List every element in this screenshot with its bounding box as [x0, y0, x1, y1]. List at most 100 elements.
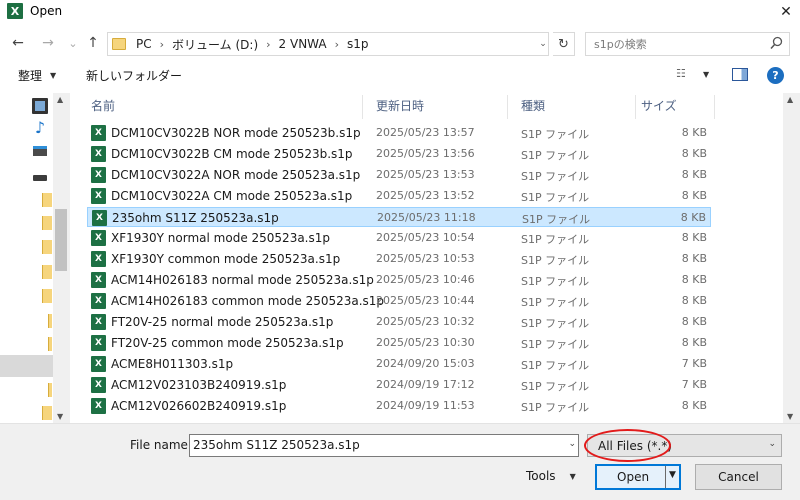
column-divider[interactable]: [635, 95, 636, 119]
breadcrumb-separator[interactable]: ›: [160, 38, 164, 51]
scroll-down-icon[interactable]: ▼: [57, 412, 63, 421]
search-icon[interactable]: [770, 36, 783, 50]
table-row[interactable]: X DCM10CV3022B NOR mode 250523b.s1p 2025/0…: [87, 123, 711, 143]
breadcrumb-2-vnwa[interactable]: 2 VNWA: [279, 37, 327, 51]
nav-selected-item[interactable]: [0, 355, 53, 377]
column-divider[interactable]: [362, 95, 363, 119]
file-name-combobox[interactable]: ⌄: [189, 434, 579, 457]
column-header-date[interactable]: 更新日時: [376, 93, 424, 117]
drive-icon[interactable]: [33, 175, 47, 181]
date-modified-cell: 2024/09/19 11:53: [376, 399, 475, 412]
videos-icon[interactable]: [32, 98, 48, 114]
file-size-cell: 8 KB: [681, 168, 707, 181]
table-row[interactable]: X FT20V-25 normal mode 250523a.s1p 2025/05…: [87, 312, 711, 332]
file-size-cell: 8 KB: [681, 399, 707, 412]
table-row[interactable]: X DCM10CV3022A NOR mode 250523a.s1p 2025/0…: [87, 165, 711, 185]
refresh-icon[interactable]: ↻: [553, 32, 575, 56]
file-list[interactable]: 名前 更新日時 ˇ 種類 サイズ X DCM10CV3022B NOR mode …: [73, 93, 783, 423]
close-icon[interactable]: ✕: [772, 0, 800, 24]
breadcrumb-separator[interactable]: ›: [335, 38, 339, 51]
folder-icon[interactable]: [42, 265, 52, 279]
table-row[interactable]: X DCM10CV3022B CM mode 250523b.s1p 2025/05…: [87, 144, 711, 164]
breadcrumb-s1p[interactable]: s1p: [347, 37, 369, 51]
file-type-select[interactable]: All Files (*.*) ⌄: [587, 434, 782, 457]
breadcrumb-pc[interactable]: PC: [136, 37, 152, 51]
table-row[interactable]: X ACM14H026183 common mode 250523a.s1p 202…: [87, 291, 711, 311]
scrollbar-thumb[interactable]: [55, 209, 67, 271]
column-divider[interactable]: [714, 95, 715, 119]
table-row[interactable]: X ACME8H011303.s1p 2024/09/20 15:03 S1P ファイ…: [87, 354, 711, 374]
search-input[interactable]: [594, 37, 754, 51]
folder-icon[interactable]: [48, 314, 52, 328]
date-modified-cell: 2025/05/23 10:54: [376, 231, 475, 244]
chevron-down-icon[interactable]: ⌄: [768, 439, 776, 449]
table-row[interactable]: X DCM10CV3022A CM mode 250523a.s1p 2025/05…: [87, 186, 711, 206]
folder-icon[interactable]: [48, 337, 52, 351]
file-name-cell: XF1930Y common mode 250523a.s1p: [111, 252, 341, 266]
excel-file-icon: X: [91, 167, 106, 183]
nav-pane-scrollbar[interactable]: ▲ ▼: [53, 93, 70, 423]
forward-arrow-icon[interactable]: →: [39, 34, 57, 52]
date-modified-cell: 2024/09/20 15:03: [376, 357, 475, 370]
organize-button[interactable]: 整理 ▼: [18, 66, 56, 84]
file-type-cell: S1P ファイル: [521, 401, 590, 414]
chevron-down-icon[interactable]: ▼: [703, 70, 709, 79]
excel-file-icon: X: [91, 398, 106, 414]
back-arrow-icon[interactable]: ←: [9, 34, 27, 52]
date-modified-cell: 2025/05/23 10:32: [376, 315, 475, 328]
table-row[interactable]: X ACM12V026602B240919.s1p 2024/09/19 11:53…: [87, 396, 711, 416]
pc-icon[interactable]: [33, 146, 47, 156]
new-folder-button[interactable]: 新しいフォルダー: [86, 66, 182, 84]
date-modified-cell: 2025/05/23 10:44: [376, 294, 475, 307]
folder-icon[interactable]: [42, 289, 52, 303]
breadcrumb-separator[interactable]: ›: [266, 38, 270, 51]
table-row[interactable]: X XF1930Y common mode 250523a.s1p 2025/05/…: [87, 249, 711, 269]
table-row[interactable]: X ACM14H026183 normal mode 250523a.s1p 202…: [87, 270, 711, 290]
excel-file-icon: X: [91, 272, 106, 288]
preview-pane-icon[interactable]: [732, 68, 748, 81]
file-list-scrollbar[interactable]: ▲ ▼: [783, 93, 800, 423]
chevron-down-icon[interactable]: ⌄: [568, 439, 576, 449]
scroll-up-icon[interactable]: ▲: [787, 95, 793, 104]
file-size-cell: 8 KB: [681, 336, 707, 349]
table-row[interactable]: X ACM12V023103B240919.s1p 2024/09/19 17:12…: [87, 375, 711, 395]
cancel-button[interactable]: Cancel: [695, 464, 782, 490]
table-row[interactable]: X FT20V-25 common mode 250523a.s1p 2025/05…: [87, 333, 711, 353]
help-icon[interactable]: ?: [767, 67, 784, 84]
date-modified-cell: 2025/05/23 13:57: [376, 126, 475, 139]
scroll-up-icon[interactable]: ▲: [57, 95, 63, 104]
column-header-size[interactable]: サイズ: [641, 93, 677, 117]
address-dropdown-icon[interactable]: ⌄: [536, 34, 550, 54]
open-options-dropdown-icon[interactable]: ▼: [669, 470, 676, 480]
column-header-name[interactable]: 名前: [91, 93, 115, 117]
excel-file-icon: X: [91, 314, 106, 330]
folder-icon[interactable]: [42, 216, 52, 230]
up-arrow-icon[interactable]: ↑: [84, 34, 102, 52]
file-size-cell: 8 KB: [681, 273, 707, 286]
scroll-down-icon[interactable]: ▼: [787, 412, 793, 421]
folder-icon[interactable]: [42, 193, 52, 207]
folder-icon[interactable]: [42, 406, 52, 420]
breadcrumb-volume-d[interactable]: ボリューム (D:): [172, 36, 258, 53]
file-name-input[interactable]: [193, 438, 553, 452]
address-bar[interactable]: PC › ボリューム (D:) › 2 VNWA › s1p: [107, 32, 549, 56]
music-icon[interactable]: ♪: [32, 120, 48, 136]
file-name-cell: ACM12V023103B240919.s1p: [111, 378, 287, 392]
open-button[interactable]: Open ▼: [595, 464, 681, 490]
file-type-cell: S1P ファイル: [521, 128, 590, 141]
chevron-down-icon: ▼: [569, 471, 576, 481]
table-row[interactable]: X 235ohm S11Z 250523a.s1p 2025/05/23 11:18…: [87, 207, 711, 227]
column-divider[interactable]: [507, 95, 508, 119]
file-type-cell: S1P ファイル: [522, 213, 591, 226]
tools-button[interactable]: Tools ▼: [526, 469, 576, 483]
column-header-type[interactable]: 種類: [521, 93, 545, 117]
file-size-cell: 7 KB: [681, 357, 707, 370]
tools-label: Tools: [526, 469, 556, 483]
view-options-icon[interactable]: ☷: [676, 67, 686, 80]
folder-icon[interactable]: [42, 240, 52, 254]
table-row[interactable]: X XF1930Y normal mode 250523a.s1p 2025/05/…: [87, 228, 711, 248]
folder-icon[interactable]: [48, 383, 52, 397]
recent-locations-icon[interactable]: ⌄: [64, 34, 82, 52]
excel-file-icon: X: [91, 251, 106, 267]
search-box[interactable]: [585, 32, 790, 56]
